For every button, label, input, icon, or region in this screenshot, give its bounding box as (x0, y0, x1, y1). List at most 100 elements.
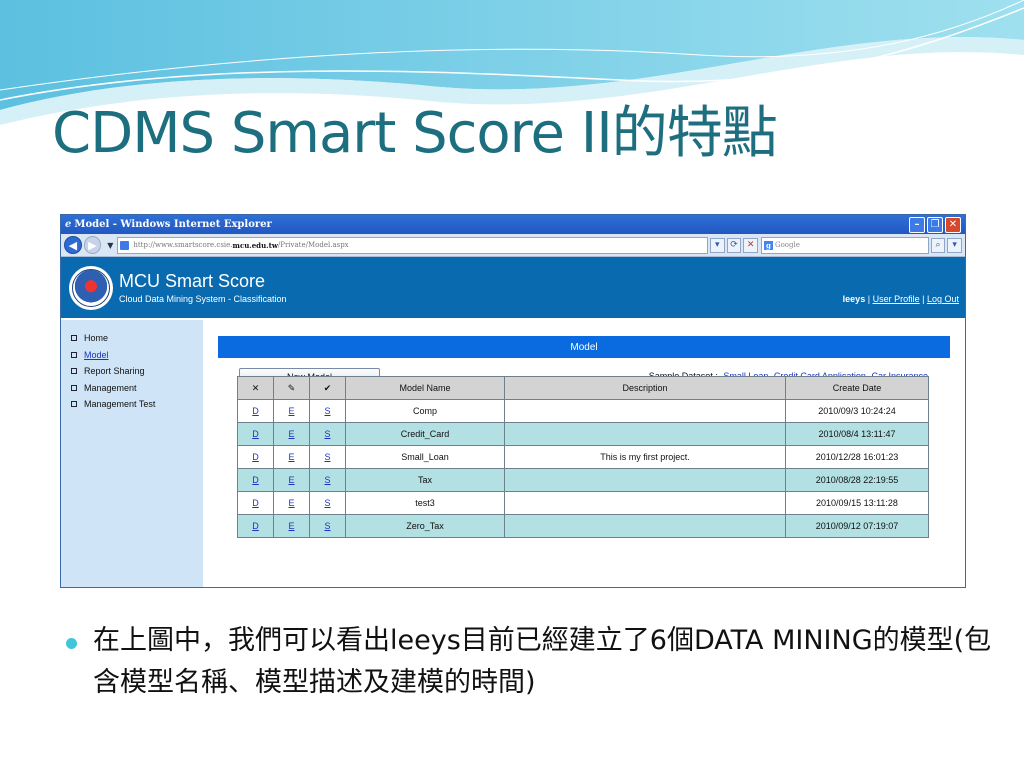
edit-link[interactable]: E (288, 429, 294, 439)
slide-title: CDMS Smart Score II的特點 (52, 101, 778, 166)
edit-link[interactable]: E (288, 406, 294, 416)
search-options-icon[interactable]: ▾ (947, 237, 963, 253)
table-row: D E S Comp 2010/09/3 10:24:24 (237, 399, 929, 423)
description-cell (504, 514, 786, 538)
nav-item-label: Management Test (84, 399, 156, 410)
minimize-icon[interactable]: – (909, 216, 925, 233)
stop-icon[interactable]: ✕ (743, 237, 758, 253)
browser-title: Model - Windows Internet Explorer (74, 219, 272, 230)
select-link[interactable]: S (324, 429, 330, 439)
table-row: D E S Credit_Card 2010/08/4 13:11:47 (237, 422, 929, 446)
browser-window: e Model - Windows Internet Explorer – ❐ … (60, 214, 966, 588)
square-bullet-icon (71, 384, 77, 391)
description-cell (504, 468, 786, 492)
create-date-cell: 2010/09/12 07:19:07 (785, 514, 929, 538)
select-column-icon: ✔ (309, 376, 346, 400)
models-table: ✕ ✎ ✔ Model Name Description Create Date… (237, 376, 929, 538)
nav-item-report-sharing[interactable]: Report Sharing (61, 363, 203, 380)
app-name: MCU Smart Score (119, 271, 266, 291)
search-input[interactable]: g Google (760, 236, 929, 254)
square-bullet-icon (71, 401, 77, 408)
model-name-cell: Zero_Tax (345, 514, 505, 538)
table-row: D E S Tax 2010/08/28 22:19:55 (237, 468, 929, 492)
nav-item-label: Management (84, 382, 137, 393)
user-area: leeys | User Profile | Log Out (843, 294, 959, 304)
create-date-cell: 2010/12/28 16:01:23 (785, 445, 929, 469)
nav-item-label: Report Sharing (84, 366, 145, 377)
model-name-cell: Small_Loan (345, 445, 505, 469)
column-header-model-name: Model Name (345, 376, 505, 400)
square-bullet-icon (71, 368, 77, 375)
close-icon[interactable]: ✕ (945, 216, 961, 233)
browser-titlebar: e Model - Windows Internet Explorer – ❐ … (61, 215, 965, 234)
delete-link[interactable]: D (252, 452, 259, 462)
select-link[interactable]: S (324, 475, 330, 485)
nav-item-model[interactable]: Model (61, 347, 203, 364)
content-header: Model (218, 336, 950, 358)
ie-logo-icon: e (65, 219, 72, 230)
separator: | (867, 294, 871, 304)
edit-link[interactable]: E (288, 498, 294, 508)
square-bullet-icon (71, 351, 77, 358)
url-prefix: http://www.smartscore.csie. (133, 241, 233, 249)
delete-link[interactable]: D (252, 429, 259, 439)
select-link[interactable]: S (324, 521, 330, 531)
create-date-cell: 2010/09/15 13:11:28 (785, 491, 929, 515)
app-header: MCU Smart Score Cloud Data Mining System… (61, 257, 965, 318)
forward-arrow-icon[interactable]: ▶ (83, 236, 102, 254)
description-cell: This is my first project. (504, 445, 786, 469)
history-dropdown-icon[interactable]: ▼ (107, 241, 113, 250)
edit-link[interactable]: E (288, 475, 294, 485)
table-row: D E S test3 2010/09/15 13:11:28 (237, 491, 929, 515)
description-cell (504, 422, 786, 446)
username: leeys (842, 294, 866, 304)
table-row: D E S Zero_Tax 2010/09/12 07:19:07 (237, 514, 929, 538)
delete-link[interactable]: D (252, 521, 259, 531)
table-row: D E S Small_Loan This is my first projec… (237, 445, 929, 469)
column-header-create-date: Create Date (785, 376, 929, 400)
user-profile-link[interactable]: User Profile (873, 294, 920, 304)
edit-link[interactable]: E (288, 521, 294, 531)
url-domain: mcu.edu.tw (232, 240, 278, 250)
address-dropdown-icon[interactable]: ▾ (709, 237, 725, 253)
restore-icon[interactable]: ❐ (927, 216, 943, 233)
description-cell (504, 491, 786, 515)
nav-item-label: Home (84, 333, 109, 344)
search-placeholder: Google (774, 241, 800, 249)
table-header-row: ✕ ✎ ✔ Model Name Description Create Date (237, 376, 929, 400)
delete-column-icon: ✕ (237, 376, 274, 400)
mcu-logo (69, 266, 113, 310)
description-cell (504, 399, 786, 423)
nav-item-home[interactable]: Home (61, 330, 203, 347)
separator: | (922, 294, 925, 304)
left-nav: Home Model Report Sharing Management Man… (61, 320, 203, 587)
select-link[interactable]: S (324, 498, 330, 508)
edit-column-icon: ✎ (273, 376, 310, 400)
edit-link[interactable]: E (288, 452, 294, 462)
search-icon[interactable]: ⌕ (930, 237, 946, 253)
create-date-cell: 2010/08/4 13:11:47 (785, 422, 929, 446)
create-date-cell: 2010/08/28 22:19:55 (785, 468, 929, 492)
model-name-cell: Credit_Card (345, 422, 505, 446)
page-icon (120, 240, 130, 250)
delete-link[interactable]: D (252, 406, 259, 416)
address-bar: ◀ ▶ ▼ http://www.smartscore.csie. mcu.edu… (61, 234, 965, 257)
refresh-icon[interactable]: ⟳ (726, 237, 742, 253)
nav-item-label: Model (84, 349, 109, 360)
url-field[interactable]: http://www.smartscore.csie. mcu.edu.tw/Pr… (117, 236, 708, 254)
square-bullet-icon (71, 335, 77, 342)
nav-item-management[interactable]: Management (61, 380, 203, 397)
delete-link[interactable]: D (252, 475, 259, 485)
nav-item-management-test[interactable]: Management Test (61, 396, 203, 413)
select-link[interactable]: S (324, 452, 330, 462)
back-arrow-icon[interactable]: ◀ (64, 236, 82, 254)
model-name-cell: Tax (345, 468, 505, 492)
bullet-dot-icon (66, 638, 77, 649)
select-link[interactable]: S (324, 406, 330, 416)
model-name-cell: Comp (345, 399, 505, 423)
logout-link[interactable]: Log Out (927, 294, 959, 304)
app-subtitle: Cloud Data Mining System - Classificatio… (119, 294, 287, 304)
column-header-description: Description (504, 376, 786, 400)
slide-bullet-text: 在上圖中，我們可以看出leeys目前已經建立了6個DATA MINING的模型(… (93, 625, 992, 698)
delete-link[interactable]: D (252, 498, 259, 508)
